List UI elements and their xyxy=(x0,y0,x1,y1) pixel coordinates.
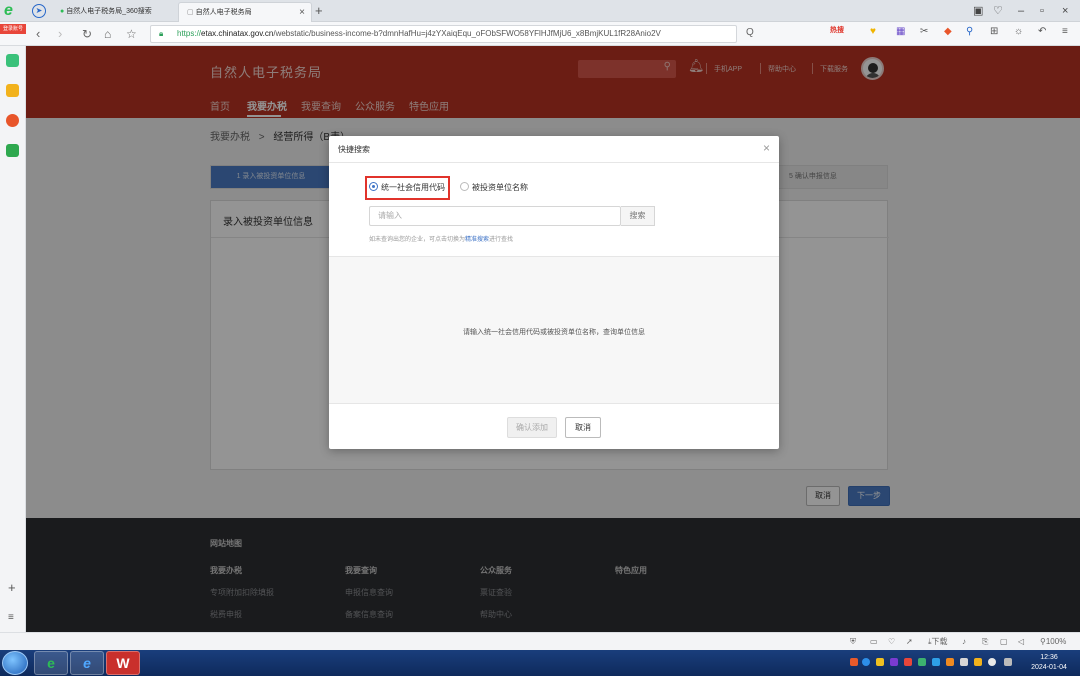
reload-icon[interactable]: ↻ xyxy=(82,25,92,43)
shirt-icon[interactable]: ♡ xyxy=(993,3,1003,19)
modal-header: 快捷搜索 × xyxy=(329,136,779,163)
web-page: 自然人电子税务局 ⚲ 🔔︎ 手机APP 帮助中心 下载服务 首页 我要办税 我要… xyxy=(26,46,1080,632)
rocket-icon[interactable]: ➚ xyxy=(906,636,913,648)
window-icon[interactable]: ▢ xyxy=(1000,636,1008,648)
forward-icon[interactable]: › xyxy=(58,25,62,43)
apps-icon[interactable]: ⊞ xyxy=(990,25,998,39)
back-icon[interactable]: ‹ xyxy=(36,25,40,43)
clock-time: 12:36 xyxy=(1040,654,1058,661)
star-icon[interactable]: ☆ xyxy=(126,25,137,43)
tab-title: 自然人电子税务局 xyxy=(195,9,252,16)
tray-help-icon[interactable] xyxy=(862,658,870,666)
close-icon[interactable]: × xyxy=(763,141,770,155)
radio-credit-code[interactable]: 统一社会信用代码 xyxy=(369,182,445,194)
browser-status-bar: ⛨ ▭ ♡ ➚ ⤓下载 ♪ ⎘ ▢ ◁ ⚲100% xyxy=(0,632,1080,650)
sidebar-app-icon[interactable] xyxy=(6,54,19,67)
translate-icon[interactable]: ▦ xyxy=(896,25,905,39)
tray-app6-icon[interactable] xyxy=(974,658,982,666)
radio-label: 统一社会信用代码 xyxy=(381,183,445,192)
restore-icon[interactable]: ▫ xyxy=(1040,3,1044,19)
copy-icon[interactable]: ⎘ xyxy=(982,636,988,648)
hot-search-label[interactable]: 热搜 xyxy=(830,25,844,35)
modal-title: 快捷搜索 xyxy=(338,145,370,154)
tab-search-results[interactable]: ● 自然人电子税务局_360搜索 xyxy=(52,2,176,22)
tray-app4-icon[interactable] xyxy=(932,658,940,666)
tray-app2-icon[interactable] xyxy=(890,658,898,666)
radio-selected-icon xyxy=(369,182,378,191)
search-input[interactable]: 请输入 xyxy=(369,206,621,226)
zoom-level[interactable]: ⚲100% xyxy=(1040,636,1066,648)
tab-favicon-icon: ● xyxy=(60,8,65,15)
system-clock[interactable]: 12:36 2024-01-04 xyxy=(1024,653,1074,673)
results-area: 请输入统一社会信用代码或被投资单位名称，查询单位信息 xyxy=(329,256,779,404)
sidebar-list-icon[interactable]: ≡ xyxy=(8,612,14,623)
os-taskbar: e e W 12:36 2024-01-04 xyxy=(0,650,1080,676)
quick-search-modal: 快捷搜索 × 统一社会信用代码 被投资单位名称 请输入 搜索 如未查询出您的企业… xyxy=(329,136,779,449)
sound-icon[interactable]: ♪ xyxy=(962,636,966,648)
tray-network-icon[interactable] xyxy=(960,658,968,666)
tray-antivirus-icon[interactable] xyxy=(904,658,912,666)
download-status[interactable]: ⤓下载 xyxy=(928,636,948,648)
url-input[interactable]: 🔒︎ https://etax.chinatax.gov.cn/webstati… xyxy=(150,25,737,43)
tab-page-icon: ▢ xyxy=(187,9,194,16)
browser-logo-icon: e xyxy=(4,2,13,19)
game-icon[interactable]: ◆ xyxy=(944,25,952,39)
modal-cancel-button[interactable]: 取消 xyxy=(565,417,601,438)
taskbar-ie-icon[interactable]: e xyxy=(70,651,104,675)
close-tab-icon[interactable]: × xyxy=(299,3,305,23)
shield-icon[interactable]: ⛨ xyxy=(850,636,856,648)
tray-app-icon[interactable] xyxy=(850,658,858,666)
radio-investee-name[interactable]: 被投资单位名称 xyxy=(460,182,528,194)
heart-icon[interactable]: ♡ xyxy=(888,636,895,648)
search-button[interactable]: 搜索 xyxy=(621,206,655,226)
download-label: 下载 xyxy=(931,637,948,646)
sidebar-wallet-icon[interactable] xyxy=(6,144,19,157)
search-hint: 如未查询出您的企业，可点击切换为精准搜索进行查找 xyxy=(369,234,513,243)
lock-icon: 🔒︎ xyxy=(159,29,164,38)
tab-list-icon[interactable]: ▣ xyxy=(973,3,983,19)
start-button[interactable] xyxy=(2,651,28,675)
radio-label: 被投资单位名称 xyxy=(472,183,528,192)
browser-tab-bar: e ➤ ● 自然人电子税务局_360搜索 ▢ 自然人电子税务局 × + ▣ ♡ … xyxy=(0,0,1080,22)
screenshot-icon[interactable]: ▭ xyxy=(870,636,878,648)
search-icon[interactable]: ⚲ xyxy=(966,25,973,39)
hint-text: 如未查询出您的企业，可点击切换为 xyxy=(369,237,466,243)
tray-app3-icon[interactable] xyxy=(918,658,926,666)
brightness-icon[interactable]: ☼ xyxy=(1014,25,1023,39)
tray-app5-icon[interactable] xyxy=(946,658,954,666)
browser-sidebar: + ≡ xyxy=(0,46,26,632)
heart-shield-icon[interactable]: ♥ xyxy=(870,25,876,39)
sidebar-add-icon[interactable]: + xyxy=(8,580,16,595)
close-window-icon[interactable]: × xyxy=(1062,3,1068,19)
tab-title: 自然人电子税务局_360搜索 xyxy=(66,8,152,15)
browser-nav-icon[interactable]: ➤ xyxy=(32,4,46,18)
hot-search-text: 热搜 xyxy=(830,27,844,34)
sidebar-weibo-icon[interactable] xyxy=(6,114,19,127)
menu-icon[interactable]: ≡ xyxy=(1062,25,1068,39)
tray-volume-icon[interactable] xyxy=(988,658,996,666)
tray-keyboard-icon[interactable] xyxy=(1004,658,1012,666)
home-icon[interactable]: ⌂ xyxy=(104,25,111,43)
scissors-icon[interactable]: ✂ xyxy=(920,25,928,39)
taskbar-wps-icon[interactable]: W xyxy=(106,651,140,675)
login-badge[interactable]: 登录账号 xyxy=(0,24,26,34)
clock-date: 2024-01-04 xyxy=(1031,664,1067,671)
hint-text: 进行查找 xyxy=(489,237,514,243)
minimize-icon[interactable]: – xyxy=(1018,3,1024,19)
new-tab-button[interactable]: + xyxy=(315,2,323,20)
radio-unselected-icon xyxy=(460,182,469,191)
confirm-add-button[interactable]: 确认添加 xyxy=(507,417,557,438)
browser-address-bar: ‹ › ↻ ⌂ ☆ 🔒︎ https://etax.chinatax.gov.c… xyxy=(0,22,1080,46)
sidebar-star-icon[interactable] xyxy=(6,84,19,97)
empty-state-text: 请输入统一社会信用代码或被投资单位名称，查询单位信息 xyxy=(463,329,645,336)
tab-etax[interactable]: ▢ 自然人电子税务局 × xyxy=(178,2,312,22)
taskbar-360-browser-icon[interactable]: e xyxy=(34,651,68,675)
undo-icon[interactable]: ↶ xyxy=(1038,25,1046,39)
volume-icon[interactable]: ◁ xyxy=(1018,636,1024,648)
precise-search-link[interactable]: 精准搜索 xyxy=(465,237,489,243)
zoom-value: 100% xyxy=(1045,637,1067,646)
tray-flag-icon[interactable] xyxy=(876,658,884,666)
